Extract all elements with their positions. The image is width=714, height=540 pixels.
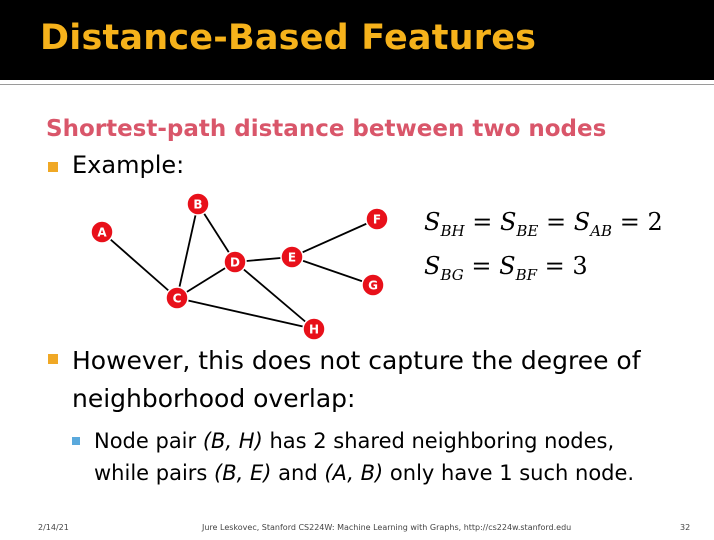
node-h: H <box>302 317 326 341</box>
footer-page-number: 32 <box>680 523 691 532</box>
node-a: A <box>90 220 114 244</box>
node-d: D <box>223 250 247 274</box>
sub-bullet-square-icon <box>72 437 80 445</box>
node-label: A <box>97 226 107 240</box>
graph-nodes: A B C D E F G H <box>90 192 389 341</box>
edge-d-h <box>234 261 315 330</box>
node-label: G <box>368 279 378 293</box>
edge-e-g <box>291 256 374 286</box>
edge-c-h <box>176 297 315 330</box>
sub-bullet-line-2: while pairs (B, E) and (A, B) only have … <box>94 461 635 485</box>
node-label: B <box>193 198 202 212</box>
edge-a-c <box>101 231 178 299</box>
node-c: C <box>165 286 189 310</box>
node-g: G <box>361 273 385 297</box>
footer-date: 2/14/21 <box>38 523 69 532</box>
sub-bullet: Node pair (B, H) has 2 shared neighborin… <box>94 425 634 489</box>
node-label: E <box>288 251 296 265</box>
equation-distance-3: SBG = SBF = 3 <box>424 252 588 284</box>
however-line-2: neighborhood overlap: <box>72 384 356 413</box>
node-label: H <box>309 323 319 337</box>
sub-bullet-line-1: Node pair (B, H) has 2 shared neighborin… <box>94 429 615 453</box>
bullet-square-icon <box>48 354 58 364</box>
equation-distance-2: SBH = SBE = SAB = 2 <box>424 208 663 240</box>
node-label: D <box>230 256 240 270</box>
footer-credit: Jure Leskovec, Stanford CS224W: Machine … <box>202 523 572 532</box>
node-label: F <box>373 213 381 227</box>
node-f: F <box>365 207 389 231</box>
however-bullet: However, this does not capture the degre… <box>72 342 641 418</box>
node-label: C <box>173 292 182 306</box>
node-e: E <box>280 245 304 269</box>
however-line-1: However, this does not capture the degre… <box>72 346 641 375</box>
edge-b-c <box>176 203 199 299</box>
node-b: B <box>186 192 210 216</box>
edge-e-f <box>291 218 378 258</box>
